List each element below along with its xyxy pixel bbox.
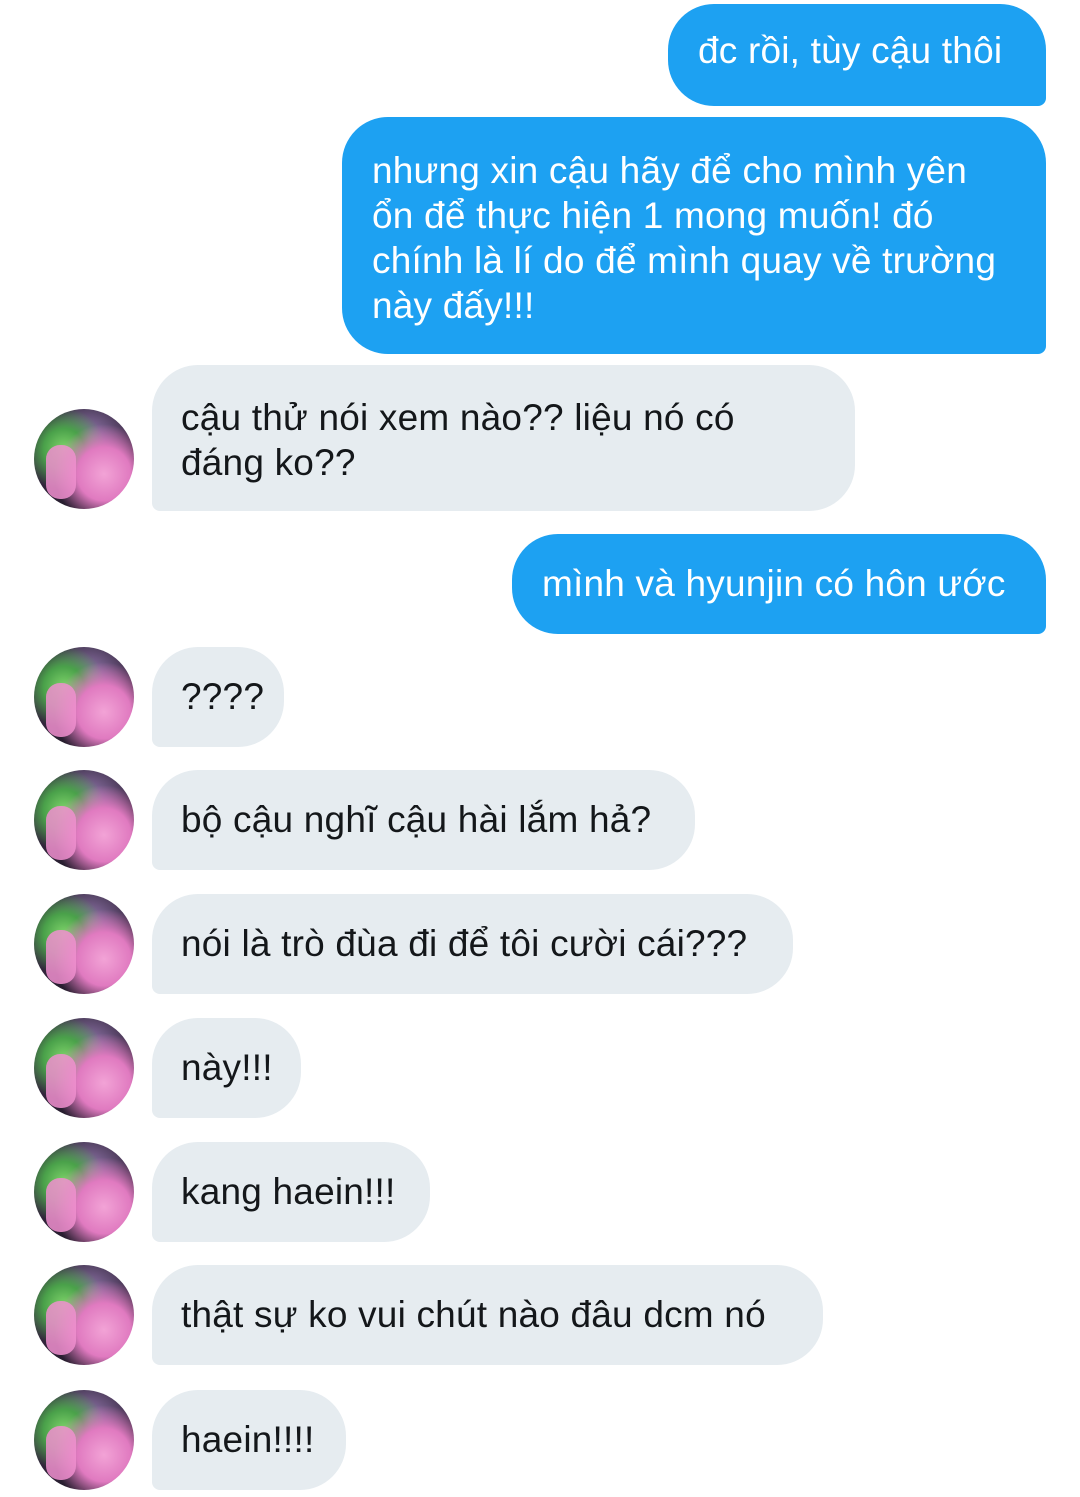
profile-avatar[interactable]	[34, 1142, 134, 1242]
message-text: bộ cậu nghĩ cậu hài lắm hả?	[181, 799, 652, 840]
message-text-line: cậu thử nói xem nào?? liệu nó có	[181, 397, 735, 438]
profile-avatar[interactable]	[34, 647, 134, 747]
profile-avatar[interactable]	[34, 1018, 134, 1118]
chat-thread: đc rồi, tùy cậu thôi nhưng xin cậu hãy đ…	[0, 0, 1080, 1497]
message-text-line: nhưng xin cậu hãy để cho mình yên	[372, 150, 967, 191]
message-text: nói là trò đùa đi để tôi cười cái???	[181, 923, 748, 964]
message-text: này!!!	[181, 1047, 273, 1088]
received-message-bubble[interactable]: này!!!	[152, 1018, 301, 1118]
sent-message-bubble[interactable]: nhưng xin cậu hãy để cho mình yên ổn để …	[342, 117, 1046, 354]
received-message-bubble[interactable]: bộ cậu nghĩ cậu hài lắm hả?	[152, 770, 695, 870]
message-text: thật sự ko vui chút nào đâu dcm nó	[181, 1294, 766, 1335]
message-text: ????	[181, 676, 265, 717]
message-text-line: đáng ko??	[181, 442, 356, 483]
message-text-line: này đấy!!!	[372, 285, 535, 326]
received-message-bubble[interactable]: thật sự ko vui chút nào đâu dcm nó	[152, 1265, 823, 1365]
message-text-line: ổn để thực hiện 1 mong muốn! đó	[372, 195, 934, 236]
received-message-bubble[interactable]: ????	[152, 647, 284, 747]
message-text-line: chính là lí do để mình quay về trường	[372, 240, 997, 281]
sent-message-bubble[interactable]: đc rồi, tùy cậu thôi	[668, 4, 1046, 106]
message-text: mình và hyunjin có hôn ước	[542, 563, 1006, 604]
received-message-bubble[interactable]: kang haein!!!	[152, 1142, 430, 1242]
profile-avatar[interactable]	[34, 770, 134, 870]
profile-avatar[interactable]	[34, 409, 134, 509]
received-message-bubble[interactable]: nói là trò đùa đi để tôi cười cái???	[152, 894, 793, 994]
sent-message-bubble[interactable]: mình và hyunjin có hôn ước	[512, 534, 1046, 634]
received-message-bubble[interactable]: haein!!!!	[152, 1390, 346, 1490]
message-text: haein!!!!	[181, 1419, 315, 1460]
profile-avatar[interactable]	[34, 894, 134, 994]
message-text: đc rồi, tùy cậu thôi	[698, 30, 1003, 71]
received-message-bubble[interactable]: cậu thử nói xem nào?? liệu nó có đáng ko…	[152, 365, 855, 511]
message-text: kang haein!!!	[181, 1171, 396, 1212]
profile-avatar[interactable]	[34, 1390, 134, 1490]
profile-avatar[interactable]	[34, 1265, 134, 1365]
